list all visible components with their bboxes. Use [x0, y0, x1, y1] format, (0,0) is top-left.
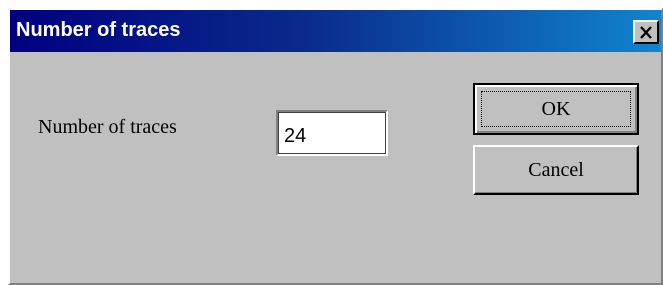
- ok-label: OK: [541, 97, 571, 120]
- cancel-button[interactable]: Cancel: [473, 145, 639, 195]
- close-icon: [639, 25, 653, 39]
- cancel-label: Cancel: [528, 158, 584, 181]
- traces-label: Number of traces: [38, 116, 177, 138]
- ok-button[interactable]: OK: [473, 83, 639, 135]
- title-bar: Number of traces: [10, 10, 661, 52]
- number-of-traces-dialog: Number of traces Number of traces OK Can…: [8, 8, 663, 285]
- window-title: Number of traces: [16, 19, 181, 41]
- close-button[interactable]: [633, 20, 659, 44]
- traces-count-input[interactable]: [276, 110, 388, 156]
